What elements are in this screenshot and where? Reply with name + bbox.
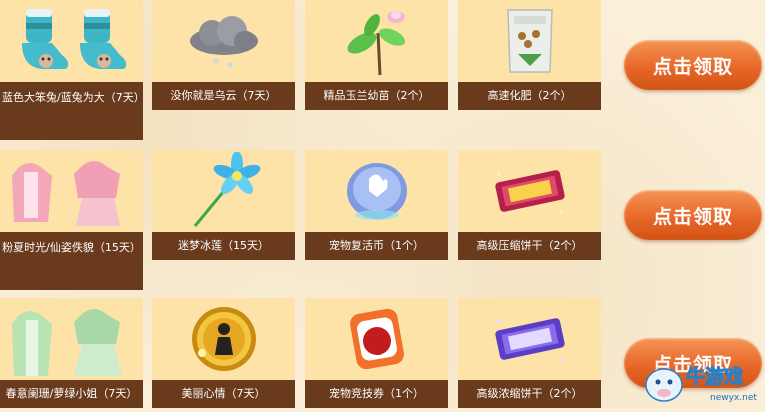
reward-label: 高级压缩饼干（2个） [458, 232, 601, 260]
watermark-url: newyx.net [710, 393, 757, 403]
reward-label: 宠物竞技券（1个） [305, 380, 448, 408]
reward-item: 没你就是乌云（7天） [152, 0, 295, 110]
reward-item: 宠物竞技券（1个） [305, 298, 448, 408]
reward-item: 高级压缩饼干（2个） [458, 150, 601, 260]
beautiful-mood-badge-icon [152, 298, 295, 380]
reward-label: 美丽心情（7天） [152, 380, 295, 408]
site-watermark: 牛游戏 newyx.net [640, 355, 765, 408]
blue-rabbit-boots-icon [0, 0, 143, 82]
concentrated-biscuit-icon [458, 298, 601, 380]
reward-item: 宠物复活币（1个） [305, 150, 448, 260]
reward-label: 高速化肥（2个） [458, 82, 601, 110]
reward-label: 宠物复活币（1个） [305, 232, 448, 260]
reward-item: 迷梦冰莲（15天） [152, 150, 295, 260]
reward-label: 春意阑珊/萝绿小姐（7天） [0, 380, 143, 408]
pet-revive-coin-icon [305, 150, 448, 232]
pink-summer-outfit-icon [0, 150, 143, 232]
magnolia-sprout-icon [305, 0, 448, 82]
mascot-cow-icon [645, 368, 683, 402]
dark-cloud-icon [152, 0, 295, 82]
claim-button-row-2[interactable]: 点击领取 [624, 190, 762, 240]
reward-item: 高级浓缩饼干（2个） [458, 298, 601, 408]
reward-item: 粉夏时光/仙姿佚貌（15天） [0, 150, 143, 290]
reward-label: 迷梦冰莲（15天） [152, 232, 295, 260]
reward-item: 蓝色大笨兔/蓝兔为大（7天） [0, 0, 145, 140]
reward-label: 没你就是乌云（7天） [152, 82, 295, 110]
watermark-logo-text: 牛游戏 [686, 365, 743, 388]
reward-item: 春意阑珊/萝绿小姐（7天） [0, 298, 143, 408]
claim-button-row-1[interactable]: 点击领取 [624, 40, 762, 90]
reward-label: 高级浓缩饼干（2个） [458, 380, 601, 408]
pet-pk-ticket-icon [305, 298, 448, 380]
reward-label: 精品玉兰幼苗（2个） [305, 82, 448, 110]
compressed-biscuit-icon [458, 150, 601, 232]
reward-item: 美丽心情（7天） [152, 298, 295, 408]
green-spring-outfit-icon [0, 298, 143, 380]
reward-label: 粉夏时光/仙姿佚貌（15天） [0, 232, 143, 290]
reward-item: 精品玉兰幼苗（2个） [305, 0, 448, 110]
ice-lotus-wand-icon [152, 150, 295, 232]
fertilizer-bag-icon [458, 0, 601, 82]
reward-item: 高速化肥（2个） [458, 0, 601, 110]
reward-label: 蓝色大笨兔/蓝兔为大（7天） [0, 82, 145, 140]
